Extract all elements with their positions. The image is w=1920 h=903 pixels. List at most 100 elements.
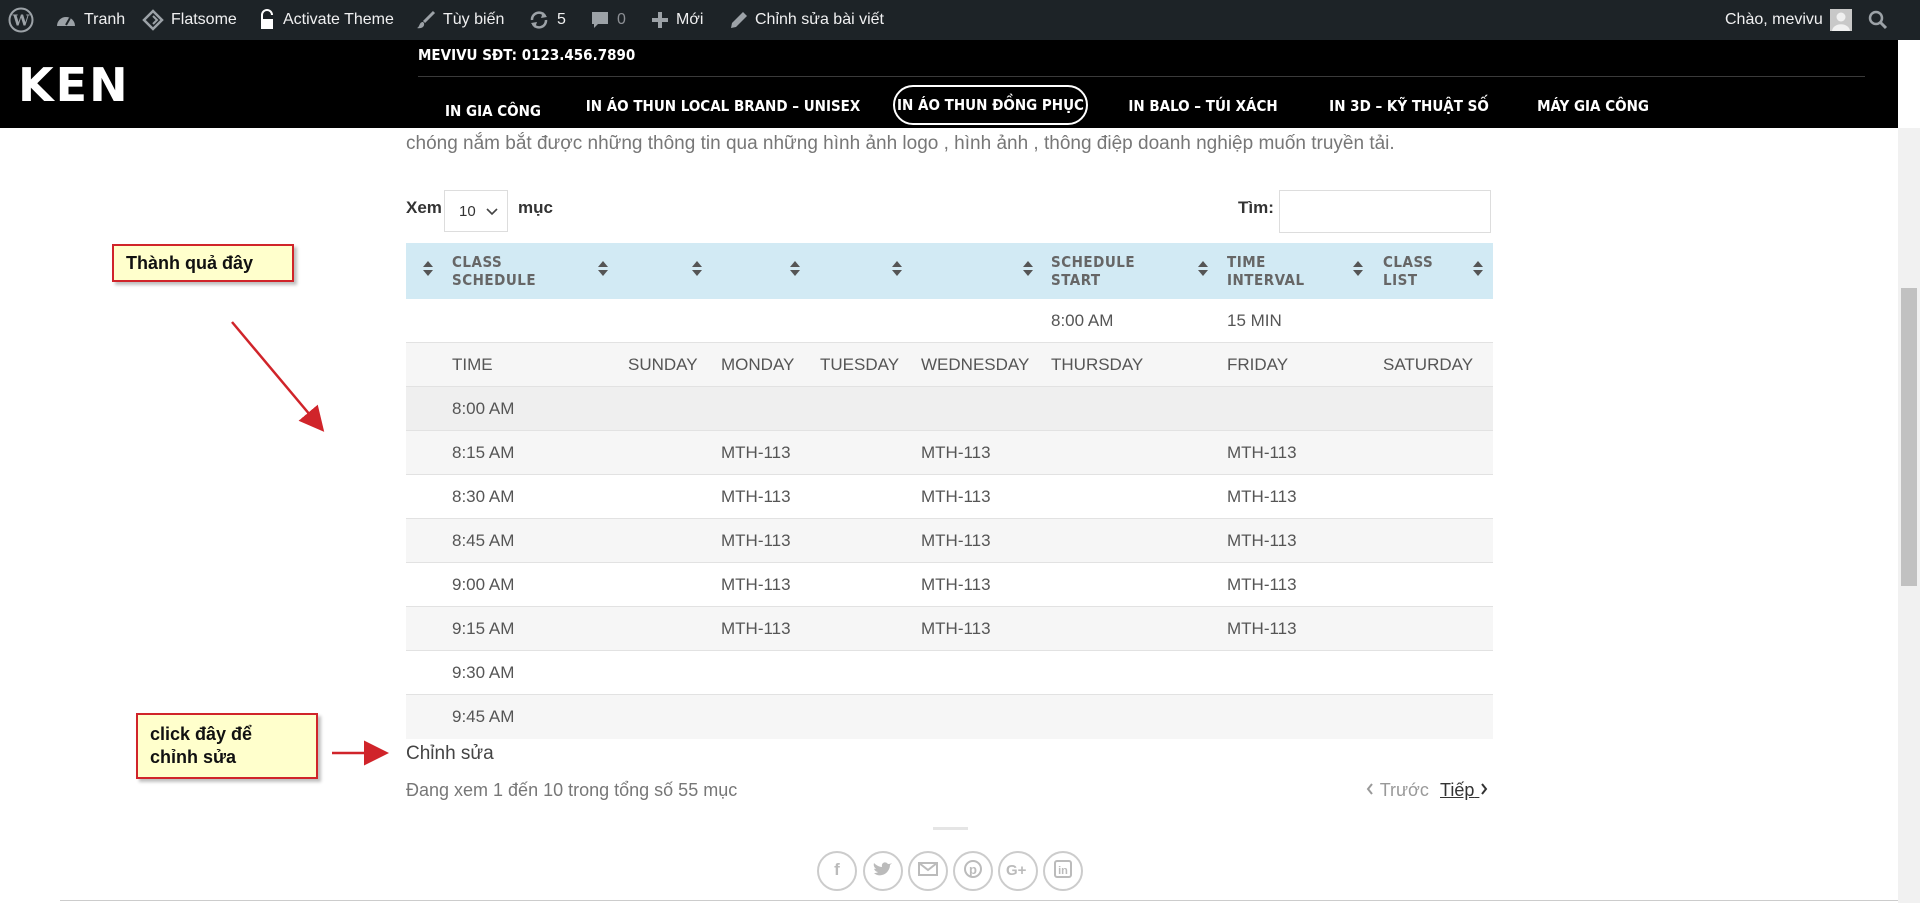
- account-menu[interactable]: Chào, mevivu: [1725, 0, 1852, 40]
- table-row: 8:30 AM MTH-113 MTH-113 MTH-113: [406, 475, 1493, 519]
- flatsome-menu[interactable]: Flatsome: [142, 0, 237, 40]
- updates-link[interactable]: 5: [528, 0, 566, 40]
- nav-item-in-gia-cong[interactable]: IN GIA CÔNG: [440, 91, 546, 131]
- nav-item-dong-phuc[interactable]: IN ÁO THUN ĐỒNG PHỤC: [893, 85, 1088, 125]
- svg-text:W: W: [12, 12, 31, 30]
- sort-icon[interactable]: [1023, 261, 1033, 279]
- day-header: SATURDAY: [1383, 355, 1474, 374]
- sort-icon[interactable]: [692, 261, 702, 279]
- class-cell: MTH-113: [1227, 531, 1297, 550]
- site-name-menu[interactable]: Tranh: [55, 0, 125, 40]
- class-cell: MTH-113: [721, 443, 791, 462]
- flatsome-label: Flatsome: [171, 11, 237, 28]
- time-cell: 9:15 AM: [452, 619, 515, 638]
- header-contact: MEVIVU SĐT: 0123.456.7890: [418, 46, 636, 64]
- header-time-interval[interactable]: TIME INTERVAL: [1227, 253, 1305, 289]
- class-cell: MTH-113: [721, 619, 791, 638]
- entries-select-value: 10: [459, 202, 476, 220]
- twitter-icon: [873, 861, 893, 882]
- comments-link[interactable]: 0: [590, 0, 626, 40]
- header-class-list[interactable]: CLASS LIST: [1383, 253, 1433, 289]
- paintbrush-icon: [416, 10, 436, 30]
- lock-icon: [258, 9, 276, 31]
- next-page-button[interactable]: Tiếp: [1440, 780, 1489, 801]
- svg-text:G+: G+: [1006, 862, 1027, 877]
- share-twitter-button[interactable]: [863, 851, 903, 891]
- length-label: Xem: [406, 198, 442, 217]
- updates-count: 5: [557, 11, 566, 28]
- greeting: Chào, mevivu: [1725, 11, 1823, 28]
- edit-link[interactable]: Chỉnh sửa: [406, 743, 494, 765]
- previous-label: Trước: [1379, 780, 1429, 800]
- site-name: Tranh: [84, 11, 126, 28]
- customize-label: Tùy biến: [443, 11, 505, 28]
- share-google-plus-button[interactable]: G+: [998, 851, 1038, 891]
- comment-icon: [590, 10, 610, 30]
- customize-link[interactable]: Tùy biến: [416, 0, 504, 40]
- nav-item-local-brand[interactable]: IN ÁO THUN LOCAL BRAND – UNISEX: [586, 86, 861, 126]
- nav-divider: [418, 76, 1865, 77]
- time-interval-value: 15 MIN: [1227, 311, 1282, 330]
- search-icon: [1868, 10, 1888, 30]
- sort-icon[interactable]: [598, 261, 608, 279]
- intro-text: chóng nắm bắt được những thông tin qua n…: [406, 133, 1395, 154]
- table-search-input[interactable]: [1279, 190, 1491, 233]
- day-header: MONDAY: [721, 355, 795, 374]
- nav-item-balo-tui-xach[interactable]: IN BALO – TÚI XÁCH: [1128, 86, 1277, 126]
- pinterest-icon: p: [964, 859, 982, 883]
- sort-icon[interactable]: [892, 261, 902, 279]
- new-content-menu[interactable]: Mới: [651, 0, 703, 40]
- sort-icon[interactable]: [790, 261, 800, 279]
- scrollbar-thumb[interactable]: [1901, 288, 1917, 586]
- day-header: TIME: [452, 355, 493, 374]
- header-class-schedule[interactable]: CLASS SCHEDULE: [452, 253, 536, 289]
- flatsome-icon: [142, 9, 164, 31]
- admin-bar: W Tranh Flatsome Activate Theme Tùy biến…: [0, 0, 1920, 40]
- class-cell: MTH-113: [921, 531, 991, 550]
- time-cell: 9:45 AM: [452, 707, 515, 726]
- table-row: 8:15 AM MTH-113 MTH-113 MTH-113: [406, 431, 1493, 475]
- sort-icon[interactable]: [1353, 261, 1363, 279]
- nav-item-may-gia-cong[interactable]: MÁY GIA CÔNG: [1537, 86, 1649, 126]
- share-email-button[interactable]: [908, 851, 948, 891]
- previous-page-button[interactable]: Trước: [1365, 780, 1429, 801]
- sort-icon[interactable]: [423, 261, 433, 279]
- share-facebook-button[interactable]: f: [817, 851, 857, 891]
- comments-count: 0: [617, 11, 626, 28]
- linkedin-icon: in: [1054, 859, 1072, 883]
- activate-theme-link[interactable]: Activate Theme: [258, 0, 394, 40]
- wordpress-logo[interactable]: W: [8, 0, 34, 40]
- new-label: Mới: [676, 11, 704, 28]
- dashboard-icon: [55, 10, 77, 30]
- annotation-result-callout: Thành quả đây: [112, 244, 294, 282]
- table-row: 8:00 AM 15 MIN: [406, 299, 1493, 343]
- table-row: 9:00 AM MTH-113 MTH-113 MTH-113: [406, 563, 1493, 607]
- wordpress-icon: W: [8, 7, 34, 33]
- day-header: SUNDAY: [628, 355, 698, 374]
- sort-icon[interactable]: [1473, 261, 1483, 279]
- edit-post-link[interactable]: Chỉnh sửa bài viết: [730, 0, 884, 40]
- table-row: 9:45 AM: [406, 695, 1493, 739]
- sort-icon[interactable]: [1198, 261, 1208, 279]
- nav-item-in-3d[interactable]: IN 3D – KỸ THUẬT SỐ: [1329, 86, 1489, 126]
- share-linkedin-button[interactable]: in: [1043, 851, 1083, 891]
- admin-search-button[interactable]: [1868, 0, 1888, 40]
- annotation-arrow-diagonal: [231, 321, 325, 432]
- header-schedule-start[interactable]: SCHEDULE START: [1051, 253, 1135, 289]
- class-cell: MTH-113: [921, 619, 991, 638]
- chevron-down-icon: [486, 203, 498, 220]
- site-header: KEN MEVIVU SĐT: 0123.456.7890 IN GIA CÔN…: [0, 40, 1898, 128]
- chevron-right-icon: [1479, 780, 1489, 800]
- annotation-edit-callout: click đây để chỉnh sửa: [136, 713, 318, 779]
- entries-select[interactable]: 10: [444, 190, 508, 232]
- class-cell: MTH-113: [1227, 575, 1297, 594]
- plus-icon: [651, 11, 669, 29]
- time-cell: 8:45 AM: [452, 531, 515, 550]
- share-pinterest-button[interactable]: p: [953, 851, 993, 891]
- site-logo[interactable]: KEN: [18, 62, 130, 108]
- avatar: [1829, 9, 1852, 31]
- time-cell: 8:30 AM: [452, 487, 515, 506]
- table-row: 8:00 AM: [406, 387, 1493, 431]
- google-plus-icon: G+: [1006, 861, 1030, 882]
- pencil-icon: [730, 11, 748, 29]
